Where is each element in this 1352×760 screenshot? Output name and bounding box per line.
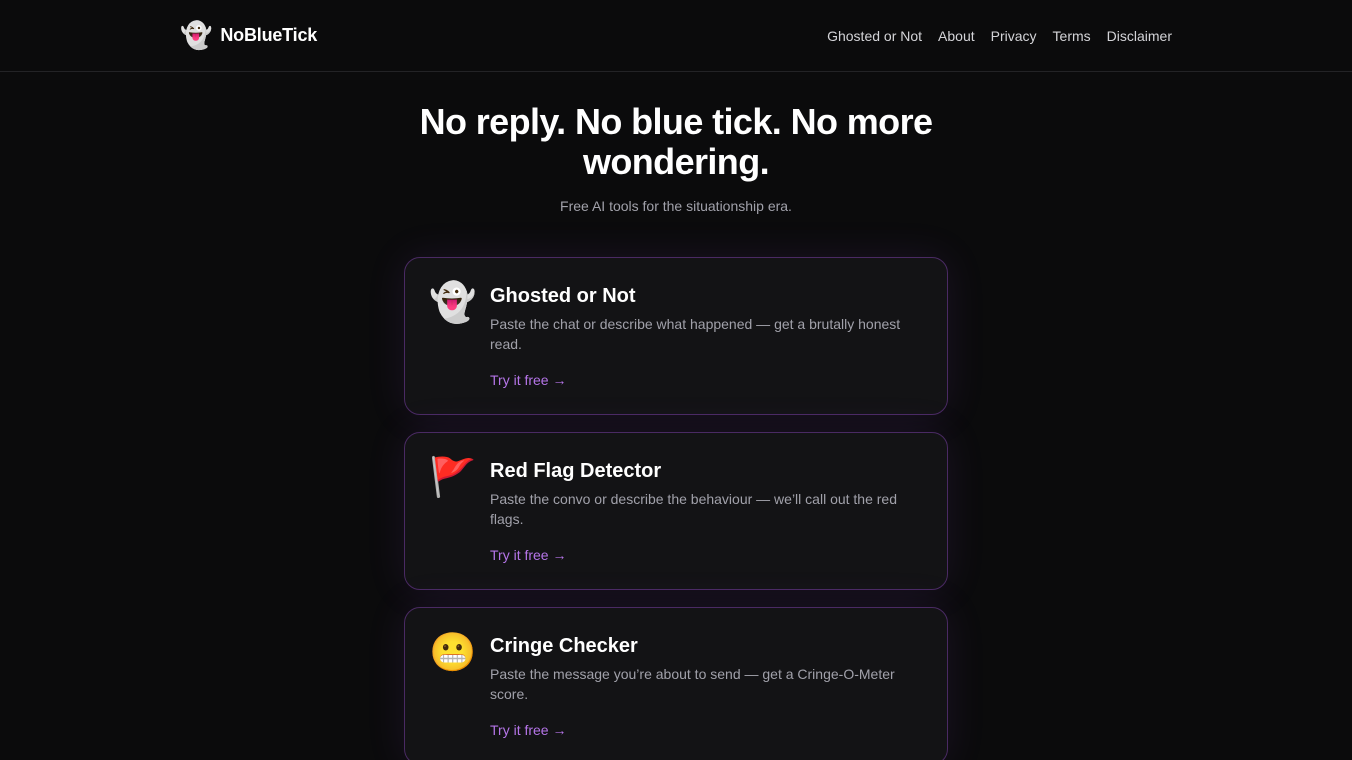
tool-card-ghosted-or-not[interactable]: 👻 Ghosted or Not Paste the chat or descr… xyxy=(404,257,948,415)
try-it-free-link[interactable]: Try it free → xyxy=(490,720,567,740)
hero-subtitle: Free AI tools for the situationship era. xyxy=(560,198,792,214)
nav-link-privacy[interactable]: Privacy xyxy=(991,26,1037,46)
tool-card-title: Red Flag Detector xyxy=(490,460,662,482)
main-content: No reply. No blue tick. No more wonderin… xyxy=(0,72,1352,760)
ghost-logo-icon: 👻 xyxy=(180,20,213,50)
nav-link-about[interactable]: About xyxy=(938,26,975,46)
try-it-free-link[interactable]: Try it free → xyxy=(490,370,567,390)
brand-name: NoBlueTick xyxy=(220,24,318,45)
tool-card-description: Paste the convo or describe the behaviou… xyxy=(490,491,898,527)
hero-section: No reply. No blue tick. No more wonderin… xyxy=(0,72,1352,216)
try-it-free-link[interactable]: Try it free → xyxy=(490,545,567,565)
ghost-icon: 👻 xyxy=(429,282,477,324)
nav-link-terms[interactable]: Terms xyxy=(1053,26,1091,46)
tool-card-list: 👻 Ghosted or Not Paste the chat or descr… xyxy=(404,257,948,760)
grimacing-face-icon: 😬 xyxy=(429,632,477,674)
tool-card-description: Paste the message you’re about to send —… xyxy=(490,666,895,702)
tool-card-red-flag-detector[interactable]: 🚩 Red Flag Detector Paste the convo or d… xyxy=(404,432,948,590)
tool-card-title: Ghosted or Not xyxy=(490,285,636,307)
tool-card-description: Paste the chat or describe what happened… xyxy=(490,316,901,352)
main-nav: Ghosted or Not About Privacy Terms Discl… xyxy=(827,26,1172,46)
hero-title: No reply. No blue tick. No more wonderin… xyxy=(419,101,933,182)
nav-link-disclaimer[interactable]: Disclaimer xyxy=(1107,26,1172,46)
top-navigation-bar: 👻 NoBlueTick Ghosted or Not About Privac… xyxy=(0,0,1352,72)
tool-card-cringe-checker[interactable]: 😬 Cringe Checker Paste the message you’r… xyxy=(404,607,948,760)
red-flag-icon: 🚩 xyxy=(429,457,477,499)
brand-logo-link[interactable]: 👻 NoBlueTick xyxy=(180,20,317,50)
nav-link-ghosted-or-not[interactable]: Ghosted or Not xyxy=(827,26,922,46)
tool-card-title: Cringe Checker xyxy=(490,635,638,657)
